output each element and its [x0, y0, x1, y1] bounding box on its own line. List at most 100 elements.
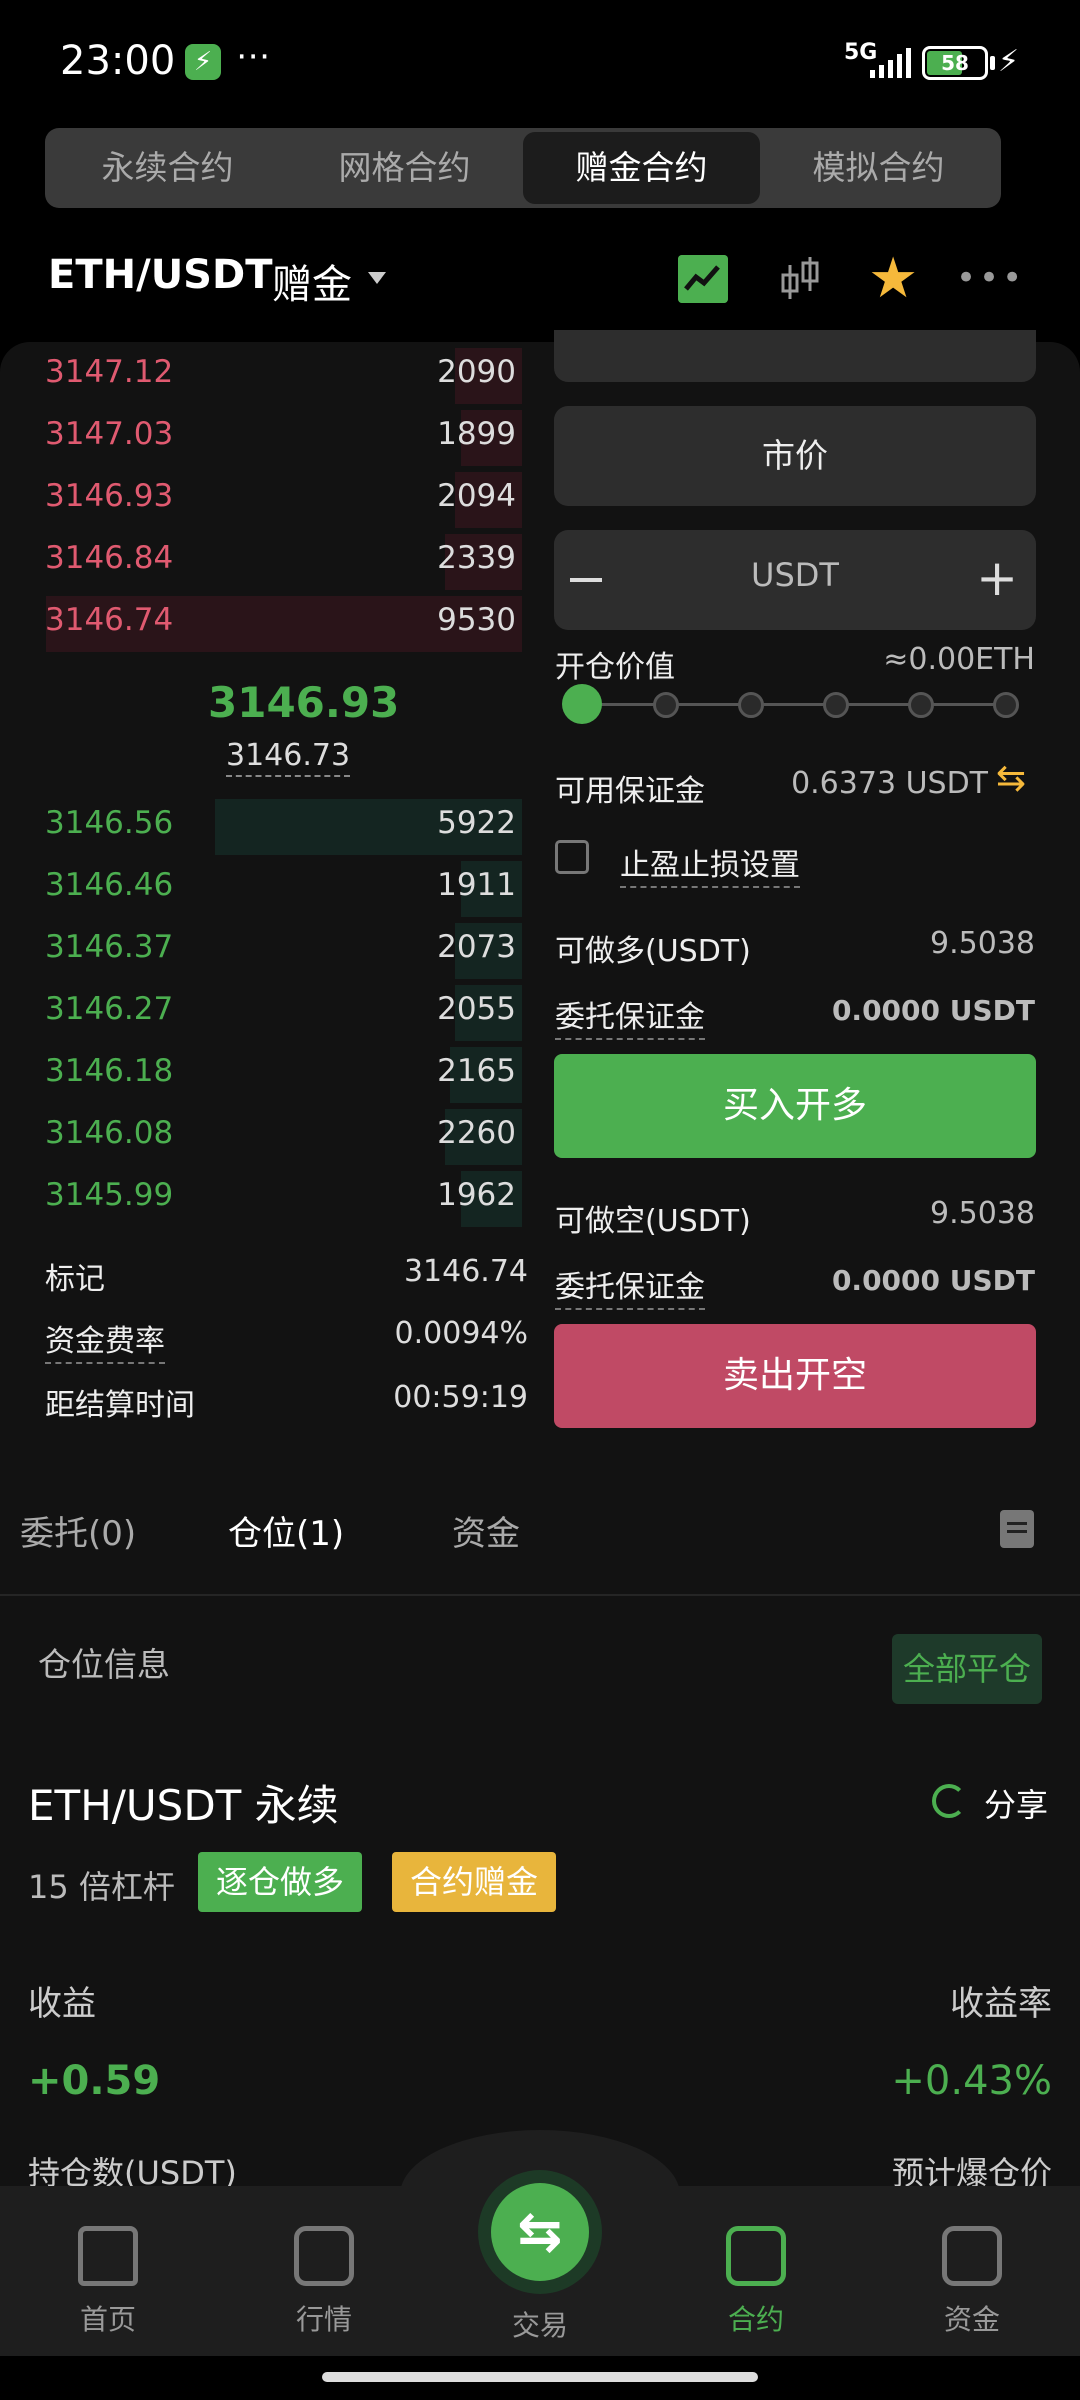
ask-qty: 2090 — [437, 354, 516, 390]
slider-step[interactable] — [738, 692, 764, 718]
available-margin-label: 可用保证金 — [555, 774, 705, 809]
candlestick-icon[interactable] — [778, 255, 822, 303]
slider-step[interactable] — [653, 692, 679, 718]
home-indicator[interactable] — [322, 2372, 758, 2382]
tpsl-checkbox[interactable] — [555, 840, 589, 874]
home-icon — [78, 2226, 138, 2286]
long-available-value: 9.5038 — [930, 926, 1035, 961]
amount-input[interactable]: USDT + — [554, 530, 1036, 630]
tpsl-label[interactable]: 止盈止损设置 — [620, 840, 800, 888]
long-margin-value: 0.0000 USDT — [831, 994, 1035, 1027]
slider-knob[interactable] — [562, 684, 602, 724]
bid-row[interactable]: 3146.37 2073 — [0, 921, 530, 981]
buy-long-button[interactable]: 买入开多 — [554, 1054, 1036, 1158]
pnl-rate-value: +0.43% — [891, 2058, 1052, 2104]
trade-icon[interactable]: ⇆ — [491, 2183, 589, 2281]
sell-short-button[interactable]: 卖出开空 — [554, 1324, 1036, 1428]
ask-row[interactable]: 3147.12 2090 — [0, 346, 530, 406]
bid-row[interactable]: 3146.56 5922 — [0, 797, 530, 857]
short-margin-value: 0.0000 USDT — [831, 1264, 1035, 1297]
share-button[interactable]: 分享 — [984, 1780, 1048, 1826]
tab-orders[interactable]: 委托(0) — [20, 1506, 136, 1555]
mark-label: 标记 — [45, 1262, 105, 1297]
settlement-label: 距结算时间 — [45, 1388, 195, 1423]
bid-row[interactable]: 3146.27 2055 — [0, 983, 530, 1043]
nav-label: 首页 — [79, 2303, 136, 2336]
short-available-label: 可做空(USDT) — [555, 1204, 751, 1239]
ask-qty: 1899 — [437, 416, 516, 452]
slider-step[interactable] — [993, 692, 1019, 718]
share-icon[interactable] — [932, 1784, 966, 1818]
margin-mode-tag: 逐仓做多 — [198, 1852, 363, 1912]
ask-row[interactable]: 3146.84 2339 — [0, 532, 530, 592]
price-type-field[interactable] — [554, 330, 1036, 382]
ask-qty: 9530 — [437, 602, 516, 638]
bid-row[interactable]: 3146.08 2260 — [0, 1107, 530, 1167]
bid-qty: 2260 — [437, 1115, 516, 1151]
nav-label[interactable]: 交易 — [478, 2304, 602, 2344]
ask-price: 3146.74 — [45, 602, 174, 638]
settlement-countdown: 00:59:19 — [393, 1380, 528, 1415]
slider-step[interactable] — [908, 692, 934, 718]
nav-market[interactable]: 行情 — [259, 2226, 389, 2338]
nav-home[interactable]: 首页 — [43, 2226, 173, 2338]
last-price: 3146.93 — [208, 678, 400, 727]
nav-wallet[interactable]: 资金 — [907, 2226, 1037, 2338]
favorite-star-icon[interactable]: ★ — [868, 246, 918, 311]
bid-qty: 2073 — [437, 929, 516, 965]
bid-qty: 2165 — [437, 1053, 516, 1089]
pair-subtype[interactable]: 赠金 — [272, 252, 352, 310]
tab-grid[interactable]: 网格合约 — [286, 132, 523, 204]
bid-price: 3146.18 — [45, 1053, 174, 1089]
close-all-button[interactable]: 全部平仓 — [892, 1634, 1042, 1704]
order-type-select[interactable]: 市价 — [554, 406, 1036, 506]
signal-icon — [870, 48, 911, 78]
nav-contract[interactable]: 合约 — [691, 2226, 821, 2338]
short-available-value: 9.5038 — [930, 1196, 1035, 1231]
bid-price: 3145.99 — [45, 1177, 174, 1213]
nav-label: 行情 — [295, 2303, 352, 2336]
tab-perpetual[interactable]: 永续合约 — [49, 132, 286, 204]
tab-demo[interactable]: 模拟合约 — [760, 132, 997, 204]
transfer-icon[interactable]: ⇆ — [996, 758, 1026, 799]
caret-down-icon[interactable] — [368, 272, 386, 284]
tab-bonus[interactable]: 赠金合约 — [523, 132, 760, 204]
bid-row[interactable]: 3146.18 2165 — [0, 1045, 530, 1105]
bid-row[interactable]: 3145.99 1962 — [0, 1169, 530, 1229]
pnl-value: +0.59 — [28, 2058, 161, 2104]
long-margin-label[interactable]: 委托保证金 — [555, 992, 705, 1040]
ask-row[interactable]: 3147.03 1899 — [0, 408, 530, 468]
battery-cap — [990, 56, 995, 70]
bid-row[interactable]: 3146.46 1911 — [0, 859, 530, 919]
ask-row[interactable]: 3146.93 2094 — [0, 470, 530, 530]
bid-qty: 2055 — [437, 991, 516, 1027]
more-options-icon[interactable]: ••• — [956, 258, 1025, 298]
charging-icon: ⚡ — [998, 44, 1020, 79]
ask-price: 3146.84 — [45, 540, 174, 576]
tab-assets[interactable]: 资金 — [452, 1506, 520, 1555]
open-value: ≈0.00ETH — [883, 642, 1035, 677]
order-history-icon[interactable] — [1000, 1510, 1034, 1548]
amount-slider-track[interactable] — [580, 703, 1006, 706]
funding-rate-value: 0.0094% — [394, 1316, 528, 1351]
short-margin-label[interactable]: 委托保证金 — [555, 1262, 705, 1310]
mark-price[interactable]: 3146.73 — [226, 738, 351, 777]
long-available-label: 可做多(USDT) — [555, 934, 751, 969]
bid-price: 3146.56 — [45, 805, 174, 841]
slider-step[interactable] — [823, 692, 849, 718]
ask-row[interactable]: 3146.74 9530 — [0, 594, 530, 654]
ask-price: 3146.93 — [45, 478, 174, 514]
plus-icon[interactable]: + — [976, 550, 1018, 606]
contract-type-tabs: 永续合约 网格合约 赠金合约 模拟合约 — [45, 128, 1001, 208]
charging-app-icon: ⚡ — [185, 44, 221, 80]
more-notifications-icon: ⋯ — [236, 36, 272, 76]
leverage-label: 15 倍杠杆 — [28, 1868, 175, 1906]
ask-qty: 2094 — [437, 478, 516, 514]
tab-positions[interactable]: 仓位(1) — [228, 1506, 344, 1555]
line-chart-icon[interactable] — [678, 255, 728, 303]
pair-selector[interactable]: ETH/USDT — [48, 252, 272, 298]
open-value-label: 开仓价值 — [555, 650, 675, 685]
contract-icon — [726, 2226, 786, 2286]
funding-rate-label[interactable]: 资金费率 — [45, 1316, 165, 1364]
battery-icon: 58 — [922, 46, 988, 80]
